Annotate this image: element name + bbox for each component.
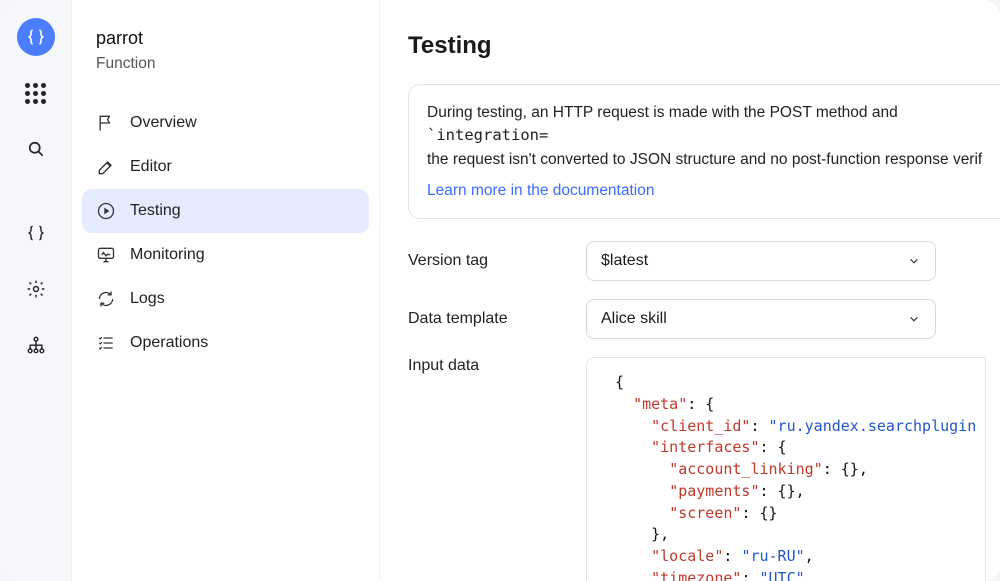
rail-functions-icon[interactable] [17,18,55,56]
input-data-editor[interactable]: { "meta": { "client_id": "ru.yandex.sear… [586,357,986,581]
sidebar-item-label: Logs [130,290,165,308]
info-notice: During testing, an HTTP request is made … [408,84,1000,219]
rail-search-icon[interactable] [17,130,55,168]
function-name: parrot [96,28,355,49]
sidebar-item-testing[interactable]: Testing [82,189,369,233]
sidebar-item-label: Testing [130,202,181,220]
play-icon [96,201,116,221]
app-window: parrot Function Overview Editor Testing … [0,0,1000,581]
sidebar-item-label: Editor [130,158,172,176]
chevron-down-icon [907,254,921,268]
icon-rail [0,0,72,581]
sidebar-item-label: Monitoring [130,246,205,264]
rail-code-icon[interactable] [17,214,55,252]
select-value: Alice skill [601,310,667,328]
select-value: $latest [601,252,648,270]
refresh-icon [96,289,116,309]
rail-settings-icon[interactable] [17,270,55,308]
main-content: Testing During testing, an HTTP request … [380,0,1000,581]
edit-icon [96,157,116,177]
data-template-select[interactable]: Alice skill [586,299,936,339]
sidebar-item-label: Operations [130,334,208,352]
sidebar: parrot Function Overview Editor Testing … [72,0,380,581]
sidebar-item-logs[interactable]: Logs [72,277,379,321]
rail-network-icon[interactable] [17,326,55,364]
resource-type: Function [96,55,355,73]
data-template-row: Data template Alice skill [408,299,1000,339]
notice-code: `integration= [427,126,548,144]
data-template-label: Data template [408,310,586,328]
notice-text: the request isn't converted to JSON stru… [427,151,982,168]
sidebar-item-monitoring[interactable]: Monitoring [72,233,379,277]
sidebar-item-label: Overview [130,114,197,132]
sidebar-item-editor[interactable]: Editor [72,145,379,189]
version-tag-label: Version tag [408,252,586,270]
monitor-icon [96,245,116,265]
input-data-row: Input data { "meta": { "client_id": "ru.… [408,357,1000,581]
sidebar-nav: Overview Editor Testing Monitoring Logs … [72,101,379,365]
sidebar-item-overview[interactable]: Overview [72,101,379,145]
list-icon [96,333,116,353]
flag-icon [96,113,116,133]
sidebar-item-operations[interactable]: Operations [72,321,379,365]
rail-apps-icon[interactable] [17,74,55,112]
docs-link[interactable]: Learn more in the documentation [427,179,654,202]
chevron-down-icon [907,312,921,326]
version-tag-select[interactable]: $latest [586,241,936,281]
notice-text: During testing, an HTTP request is made … [427,104,898,121]
input-data-label: Input data [408,357,586,375]
sidebar-header: parrot Function [72,28,379,87]
page-title: Testing [408,32,1000,60]
version-tag-row: Version tag $latest [408,241,1000,281]
